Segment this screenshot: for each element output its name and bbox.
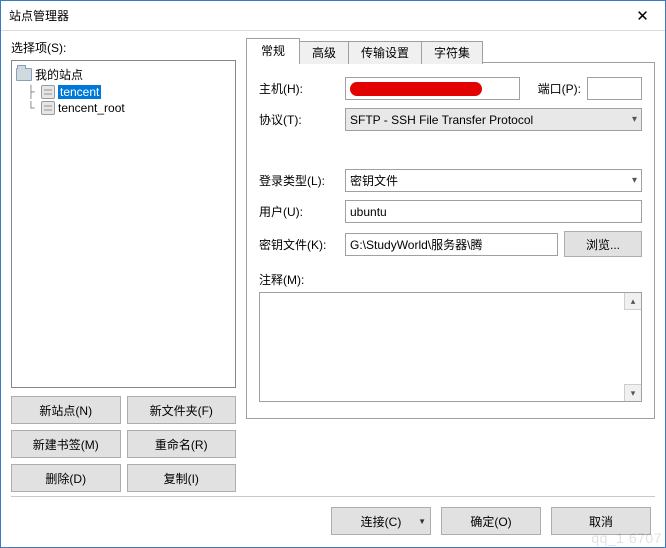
new-bookmark-button[interactable]: 新建书签(M): [11, 430, 121, 458]
dialog-body: 选择项(S): 我的站点 ├ tencent └ tencent_root: [1, 31, 665, 547]
host-label: 主机(H):: [259, 80, 339, 97]
right-column: 常规 高级 传输设置 字符集 主机(H): 端口(P):: [246, 39, 655, 492]
spacer: [259, 139, 642, 169]
tree-connector-icon: ├: [24, 85, 38, 99]
connect-label: 连接(C): [361, 513, 402, 530]
browse-button[interactable]: 浏览...: [564, 231, 642, 257]
close-button[interactable]: ✕: [620, 1, 665, 30]
titlebar: 站点管理器 ✕: [1, 1, 665, 31]
host-input[interactable]: [345, 77, 520, 100]
ok-button[interactable]: 确定(O): [441, 507, 541, 535]
new-site-button[interactable]: 新站点(N): [11, 396, 121, 424]
port-label: 端口(P):: [526, 80, 581, 97]
port-input[interactable]: [587, 77, 642, 100]
tree-connector-icon: └: [24, 101, 38, 115]
user-row: 用户(U):: [259, 200, 642, 223]
keyfile-input[interactable]: [345, 233, 558, 256]
new-folder-button[interactable]: 新文件夹(F): [127, 396, 237, 424]
chevron-down-icon: ▾: [632, 175, 637, 186]
tab-transfer[interactable]: 传输设置: [348, 41, 422, 64]
connect-button[interactable]: 连接(C) ▼: [331, 507, 431, 535]
tree-item-label: tencent: [58, 85, 101, 99]
logon-row: 登录类型(L): 密钥文件 ▾: [259, 169, 642, 192]
protocol-value: SFTP - SSH File Transfer Protocol: [350, 113, 533, 127]
cancel-button[interactable]: 取消: [551, 507, 651, 535]
keyfile-row: 密钥文件(K): 浏览...: [259, 231, 642, 257]
server-icon: [41, 85, 55, 99]
rename-button[interactable]: 重命名(R): [127, 430, 237, 458]
host-row: 主机(H): 端口(P):: [259, 77, 642, 100]
scroll-up-button[interactable]: ▴: [624, 293, 641, 310]
server-icon: [41, 101, 55, 115]
logon-type-label: 登录类型(L):: [259, 172, 339, 189]
tab-strip: 常规 高级 传输设置 字符集: [246, 39, 655, 63]
select-item-label: 选择项(S):: [11, 39, 236, 56]
tree-item-label: tencent_root: [58, 101, 125, 115]
copy-button[interactable]: 复制(I): [127, 464, 237, 492]
window-title: 站点管理器: [9, 7, 69, 24]
protocol-select[interactable]: SFTP - SSH File Transfer Protocol ▾: [345, 108, 642, 131]
site-buttons: 新站点(N) 新文件夹(F) 新建书签(M) 重命名(R) 删除(D) 复制(I…: [11, 396, 236, 492]
protocol-label: 协议(T):: [259, 111, 339, 128]
dropdown-arrow-icon: ▼: [418, 517, 426, 526]
logon-type-select[interactable]: 密钥文件 ▾: [345, 169, 642, 192]
protocol-row: 协议(T): SFTP - SSH File Transfer Protocol…: [259, 108, 642, 131]
delete-button[interactable]: 删除(D): [11, 464, 121, 492]
redacted-mark: [350, 82, 482, 96]
comment-textarea[interactable]: ▴ ▾: [259, 292, 642, 402]
chevron-down-icon: ▾: [632, 114, 637, 125]
comment-label: 注释(M):: [259, 271, 642, 288]
tab-advanced[interactable]: 高级: [299, 41, 349, 64]
tree-item[interactable]: └ tencent_root: [14, 100, 233, 116]
dialog-footer: 连接(C) ▼ 确定(O) 取消: [11, 496, 655, 541]
keyfile-label: 密钥文件(K):: [259, 236, 339, 253]
tree-root[interactable]: 我的站点: [14, 65, 233, 84]
scroll-down-button[interactable]: ▾: [624, 384, 641, 401]
tab-general[interactable]: 常规: [246, 38, 300, 63]
left-column: 选择项(S): 我的站点 ├ tencent └ tencent_root: [11, 39, 236, 492]
tree-root-label: 我的站点: [35, 66, 83, 83]
upper-panels: 选择项(S): 我的站点 ├ tencent └ tencent_root: [11, 39, 655, 492]
tab-charset[interactable]: 字符集: [421, 41, 483, 64]
user-label: 用户(U):: [259, 203, 339, 220]
logon-type-value: 密钥文件: [350, 172, 398, 189]
tab-panel-general: 主机(H): 端口(P): 协议(T): SFTP - SSH File Tra…: [246, 62, 655, 419]
folder-icon: [16, 68, 32, 81]
tree-item[interactable]: ├ tencent: [14, 84, 233, 100]
site-tree[interactable]: 我的站点 ├ tencent └ tencent_root: [11, 60, 236, 388]
user-input[interactable]: [345, 200, 642, 223]
site-manager-window: 站点管理器 ✕ 选择项(S): 我的站点 ├ tencent: [0, 0, 666, 548]
